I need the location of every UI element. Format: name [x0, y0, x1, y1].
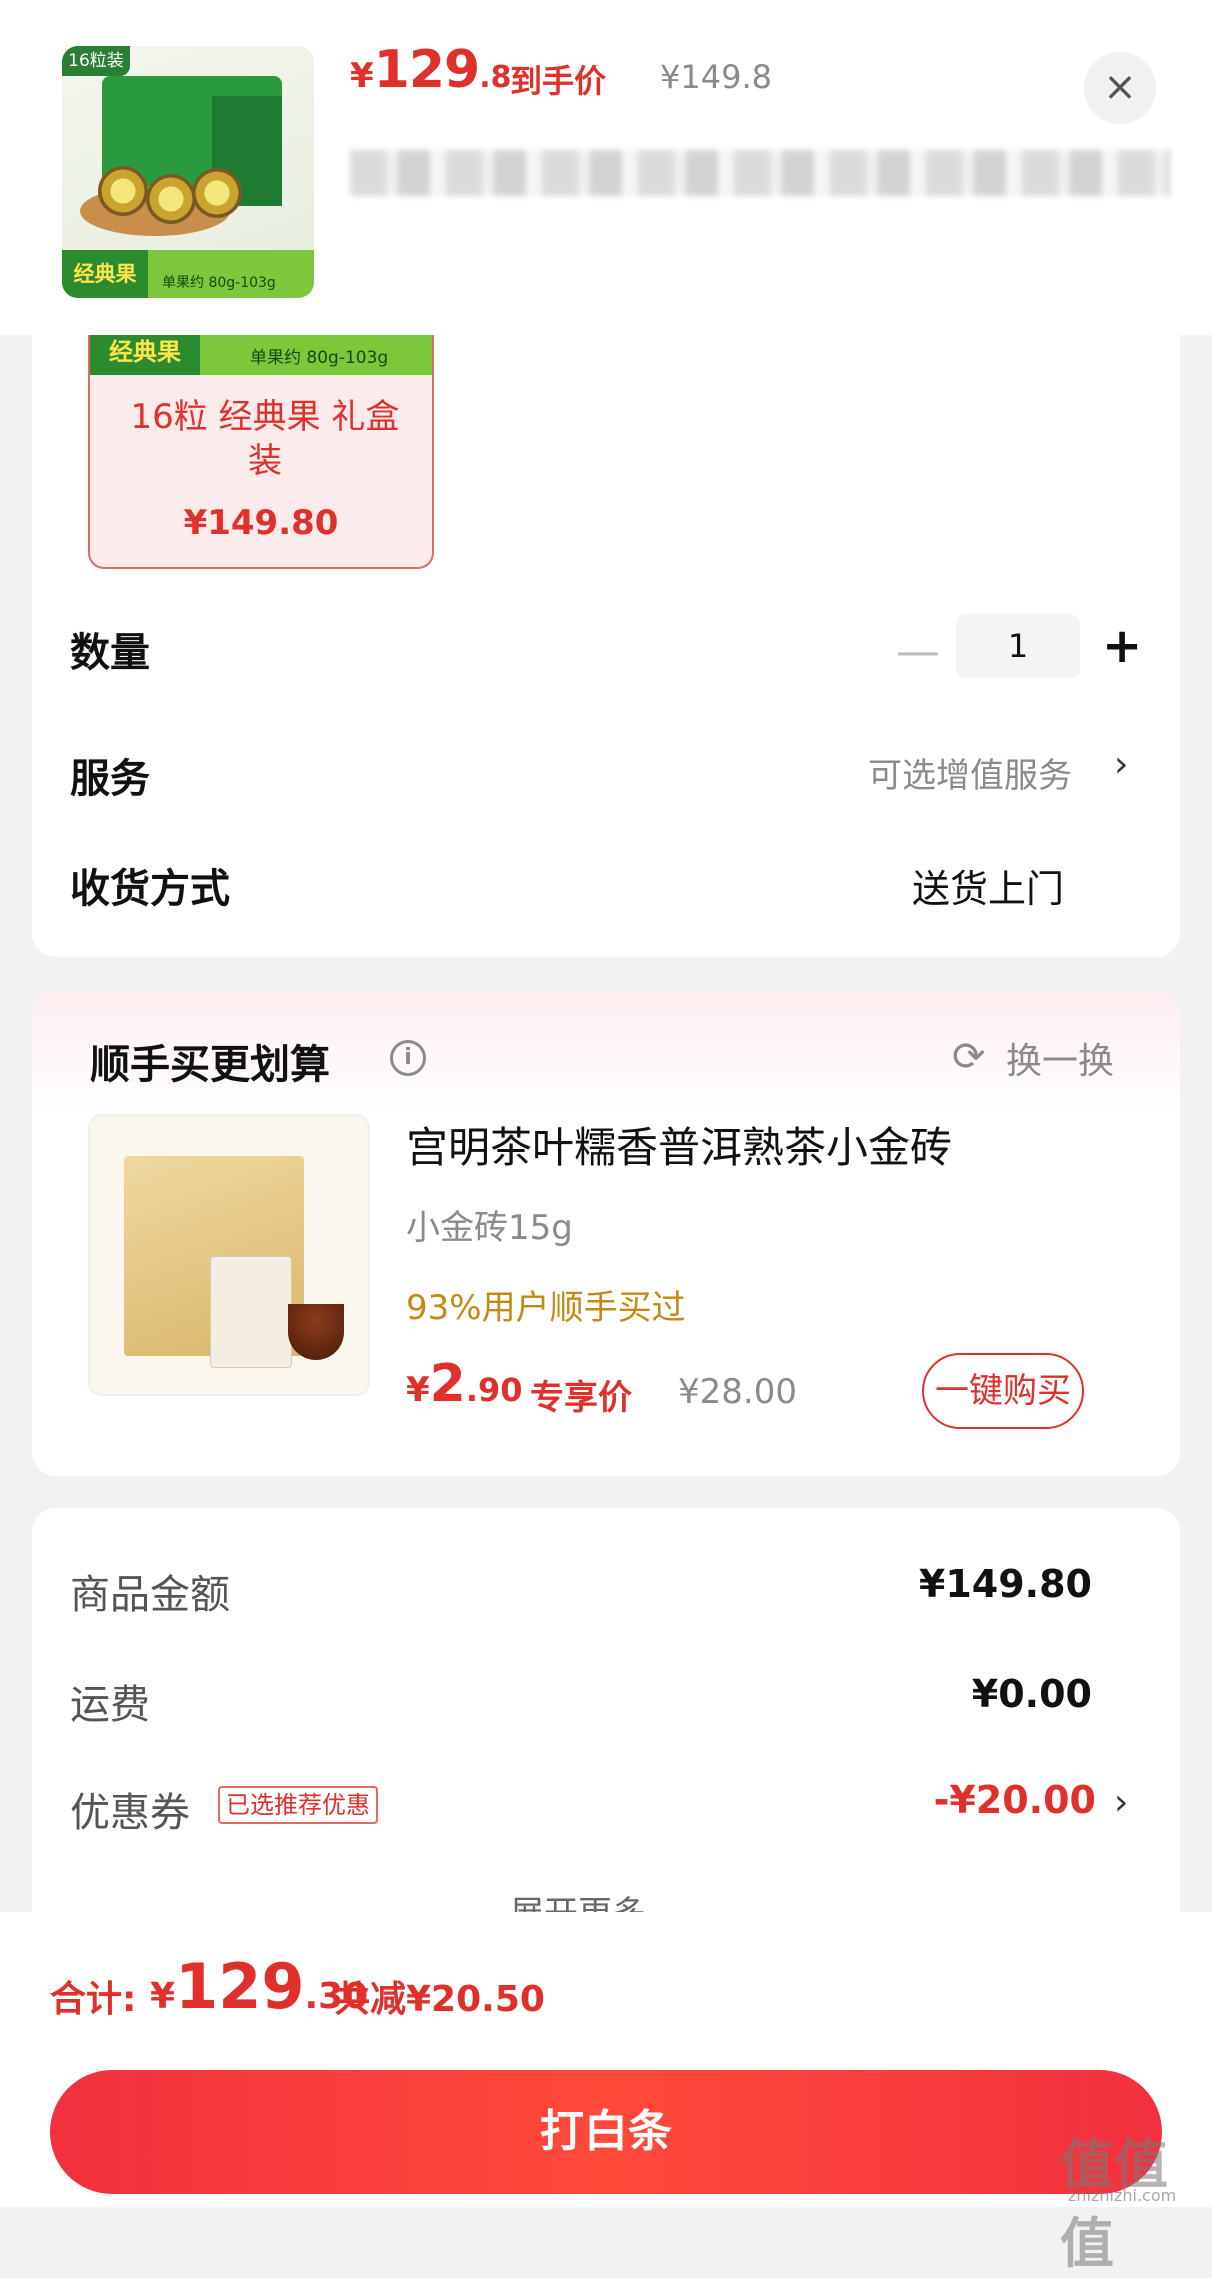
quantity-label: 数量	[70, 630, 150, 676]
addon-product-name[interactable]: 宫明茶叶糯香普洱熟茶小金砖	[406, 1114, 952, 1175]
service-value[interactable]: 可选增值服务	[868, 748, 1072, 797]
addon-product-spec: 小金砖15g	[406, 1208, 573, 1248]
coupon-value[interactable]: -¥20.00	[862, 1778, 1096, 1822]
final-price-tag: 到手价	[510, 62, 607, 100]
kiwi-graphic	[98, 166, 148, 216]
service-label: 服务	[70, 756, 150, 802]
final-price-decimal: .8	[479, 60, 512, 95]
pay-button[interactable]: 打白条	[50, 2070, 1162, 2194]
addon-original-price: ¥28.00	[678, 1372, 797, 1412]
delivery-method-label: 收货方式	[70, 866, 230, 912]
sku-price: ¥149.80	[183, 503, 339, 543]
quantity-increase-button[interactable]: +	[1102, 618, 1142, 674]
sku-name: 16粒 经典果 礼盒装	[130, 397, 400, 481]
goods-amount-label: 商品金额	[70, 1572, 230, 1618]
quantity-decrease-button[interactable]: —	[896, 626, 940, 677]
close-icon: ×	[1103, 64, 1137, 110]
addon-price: ¥2.90	[406, 1354, 523, 1414]
total-label: 合计:	[50, 1979, 137, 2020]
total-savings: 共减¥20.50	[334, 1979, 545, 2020]
kiwi-graphic	[146, 174, 196, 224]
delivery-method-value[interactable]: 送货上门	[912, 858, 1064, 913]
chevron-right-icon[interactable]: ›	[1114, 1782, 1128, 1823]
thumb-band-label: 经典果	[62, 250, 148, 298]
sku-option-selected[interactable]: 经典果 单果约 80g-103g 16粒 经典果 礼盒装 ¥149.80	[88, 335, 434, 569]
tea-cup-graphic	[288, 1304, 344, 1360]
watermark-url: zhizhizhi.com	[1068, 2186, 1177, 2205]
goods-amount-value: ¥149.80	[918, 1562, 1092, 1606]
freight-value: ¥0.00	[971, 1672, 1092, 1716]
tea-pack-graphic	[210, 1256, 292, 1368]
thumb-count-badge: 16粒装	[62, 46, 130, 76]
thumb-band: 经典果 单果约 80g-103g	[62, 250, 314, 298]
final-price-currency: ¥	[350, 56, 374, 96]
sku-strip-weight: 单果约 80g-103g	[250, 348, 389, 368]
freight-label: 运费	[70, 1682, 150, 1728]
final-price-integer: 129	[373, 40, 481, 100]
blurred-address	[350, 150, 1170, 196]
quantity-input[interactable]: 1	[956, 614, 1080, 678]
total-integer: 129	[175, 1950, 305, 2023]
final-price: ¥129.8	[350, 40, 512, 100]
sku-image-strip: 经典果 单果约 80g-103g	[90, 335, 432, 375]
thumb-weight: 单果约 80g-103g	[162, 275, 276, 291]
addon-bought-percent: 93%用户顺手买过	[406, 1288, 686, 1328]
coupon-recommended-badge: 已选推荐优惠	[218, 1786, 378, 1824]
addon-price-decimal: .90	[465, 1371, 523, 1409]
addon-product-image[interactable]	[88, 1114, 370, 1396]
kiwi-graphic	[192, 168, 242, 218]
info-icon[interactable]: i	[390, 1040, 426, 1076]
product-thumbnail: 16粒装 经典果 单果约 80g-103g	[62, 46, 314, 298]
addon-price-currency: ¥	[406, 1370, 430, 1410]
close-button[interactable]: ×	[1084, 52, 1156, 124]
coupon-label: 优惠券	[70, 1790, 190, 1836]
one-click-buy-button[interactable]: 一键购买	[922, 1353, 1084, 1429]
sku-strip-label: 经典果	[90, 335, 200, 375]
refresh-button[interactable]: 换一换	[1006, 1032, 1114, 1084]
original-price: ¥149.8	[660, 58, 772, 96]
addon-price-integer: 2	[429, 1354, 466, 1414]
addon-title: 顺手买更划算	[90, 1042, 330, 1088]
chevron-right-icon[interactable]: ›	[1114, 744, 1128, 785]
addon-price-tag: 专享价	[530, 1378, 632, 1418]
total-currency: ¥	[150, 1976, 176, 2017]
refresh-icon[interactable]: ⟳	[952, 1034, 986, 1080]
